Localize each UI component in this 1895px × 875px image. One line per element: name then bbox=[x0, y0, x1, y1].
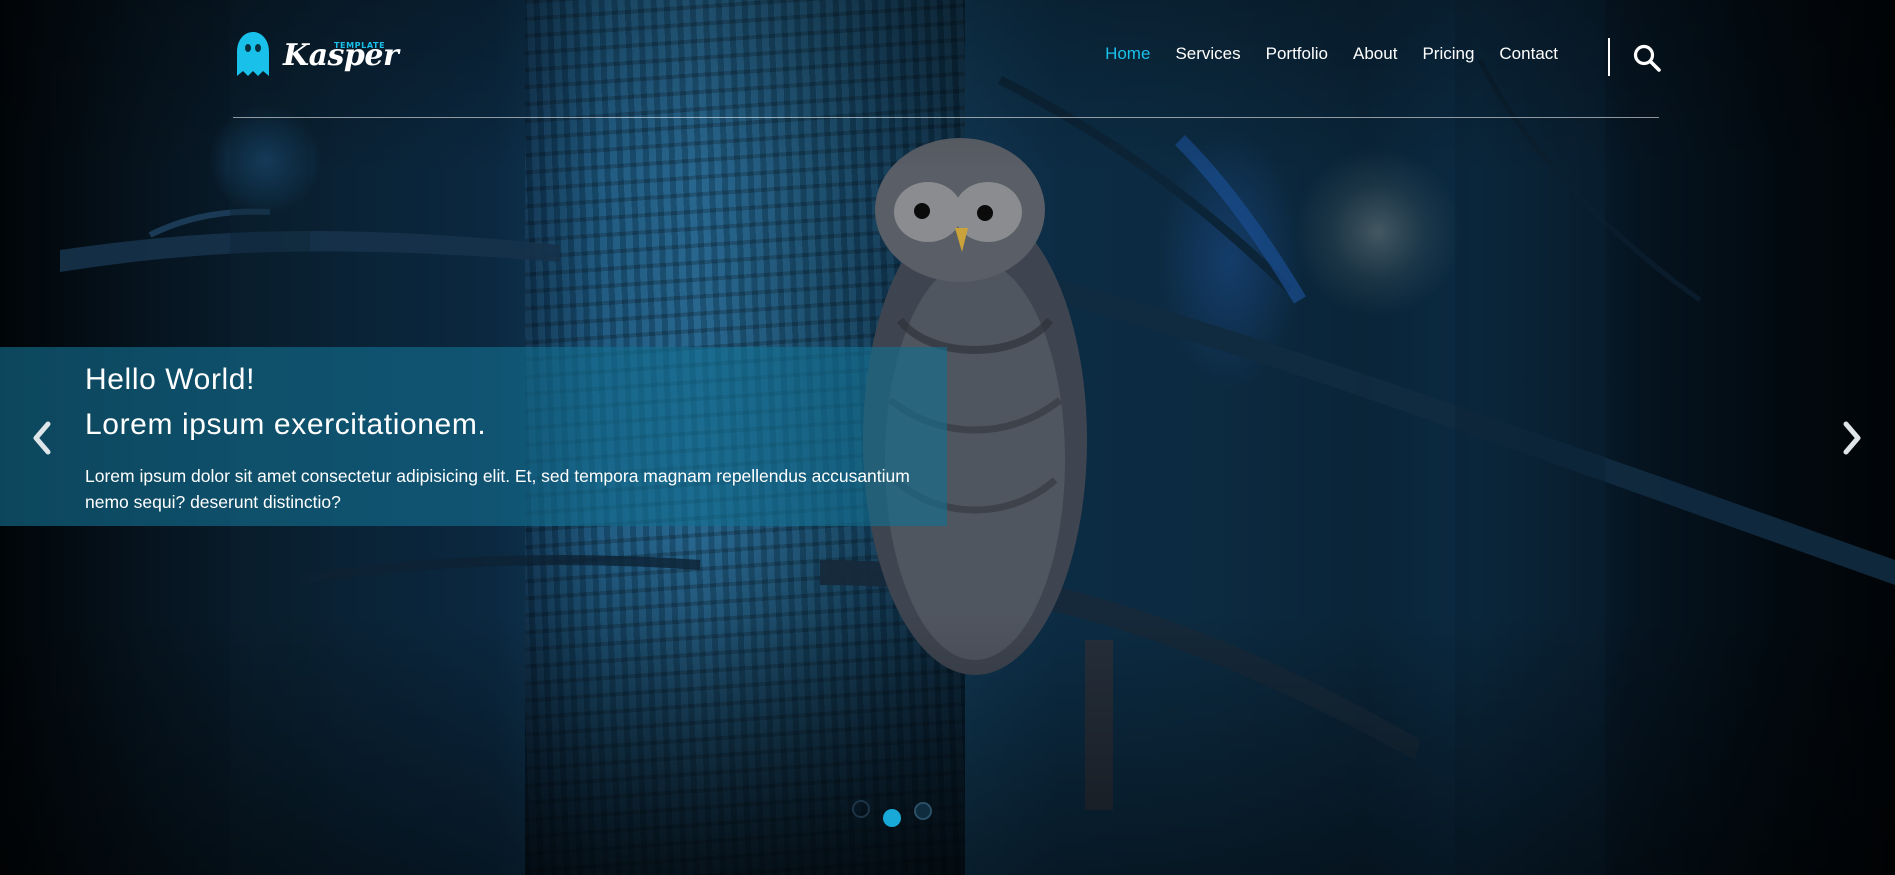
header-divider bbox=[233, 117, 1659, 118]
chevron-left-icon bbox=[33, 421, 51, 455]
slide-indicator-1[interactable] bbox=[852, 800, 870, 818]
main-nav: Home Services Portfolio About Pricing Co… bbox=[1080, 44, 1558, 64]
slide-indicator-2-active[interactable] bbox=[883, 809, 901, 827]
brand-tagline: TEMPLATE bbox=[334, 41, 386, 50]
nav-item-about[interactable]: About bbox=[1353, 44, 1397, 64]
prev-slide-button[interactable] bbox=[28, 418, 58, 458]
slide-indicator-3[interactable] bbox=[914, 802, 932, 820]
search-button[interactable] bbox=[1632, 43, 1662, 73]
hero-slider: Kasper TEMPLATE Home Services Portfolio … bbox=[0, 0, 1895, 875]
nav-item-portfolio[interactable]: Portfolio bbox=[1266, 44, 1328, 64]
caption-title-line2: Lorem ipsum exercitationem. bbox=[85, 408, 487, 441]
caption-title-line1: Hello World! bbox=[85, 363, 256, 396]
search-icon bbox=[1633, 44, 1661, 72]
caption-body: Lorem ipsum dolor sit amet consectetur a… bbox=[85, 466, 910, 512]
nav-item-contact[interactable]: Contact bbox=[1499, 44, 1558, 64]
nav-divider bbox=[1608, 38, 1610, 76]
chevron-right-icon bbox=[1843, 421, 1861, 455]
slide-caption: Hello World! Lorem ipsum exercitationem.… bbox=[0, 347, 947, 526]
brand-logo[interactable]: Kasper TEMPLATE bbox=[233, 28, 399, 83]
next-slide-button[interactable] bbox=[1836, 418, 1866, 458]
ghost-icon bbox=[237, 32, 269, 76]
nav-item-home[interactable]: Home bbox=[1105, 44, 1150, 64]
nav-item-services[interactable]: Services bbox=[1175, 44, 1240, 64]
slider-indicators bbox=[850, 798, 950, 828]
nav-item-pricing[interactable]: Pricing bbox=[1422, 44, 1474, 64]
